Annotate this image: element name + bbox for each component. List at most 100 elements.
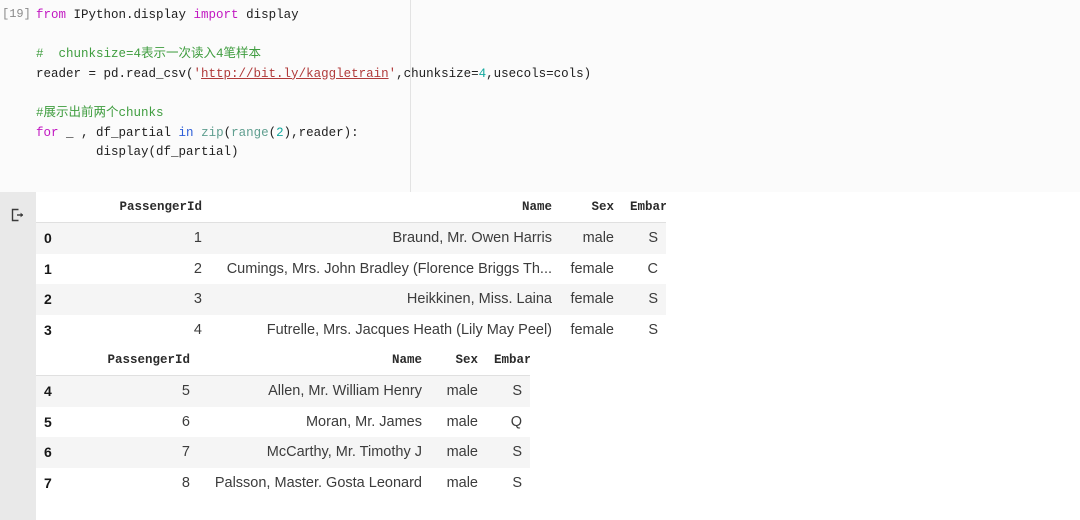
cell-name: Palsson, Master. Gosta Leonard [198,468,430,499]
cell-output-area: PassengerId Name Sex Embarked 0 1 Braund… [0,192,1080,520]
cell-passengerid: 8 [72,468,198,499]
table-row: 7 8 Palsson, Master. Gosta Leonard male … [36,468,530,499]
col-header-embarked: Embarked [622,192,666,223]
code-editor[interactable]: from IPython.display import display # ch… [36,6,591,163]
code-line: #展示出前两个chunks [36,104,591,124]
table-row: 4 5 Allen, Mr. William Henry male S [36,376,530,407]
code-cell-gutter [0,0,36,192]
cell-embarked: C [622,254,666,285]
code-token: import [194,8,239,22]
col-header-name: Name [210,192,560,223]
cell-passengerid: 5 [72,376,198,407]
cell-name: Allen, Mr. William Henry [198,376,430,407]
code-token: from [36,8,66,22]
dataframe-header-chunk-1: PassengerId Name Sex Embarked [36,192,666,223]
row-index: 1 [36,254,72,285]
cell-embarked: S [622,284,666,315]
code-token: display [239,8,299,22]
table-row: 6 7 McCarthy, Mr. Timothy J male S [36,437,530,468]
code-token: _ , df_partial [59,126,179,140]
cell-name: Moran, Mr. James [198,407,430,438]
cell-passengerid: 4 [72,315,210,346]
cell-passengerid: 1 [72,223,210,254]
code-line: from IPython.display import display [36,6,591,26]
code-token: range [231,126,269,140]
code-token: IPython.display [66,8,194,22]
code-line: display(df_partial) [36,143,591,163]
cell-embarked: Q [486,407,530,438]
code-token: 4 [479,67,487,81]
dataframe-table-chunk-2: PassengerId Name Sex Embarked 4 5 Allen,… [36,345,530,498]
cell-sex: female [560,315,622,346]
col-header-index [36,345,72,376]
header-row: PassengerId Name Sex Embarked [36,192,666,223]
code-token: zip [201,126,224,140]
execution-count-prompt: [19] [2,7,36,21]
cell-name: McCarthy, Mr. Timothy J [198,437,430,468]
dataframe-block-chunk-2: PassengerId Name Sex Embarked 4 5 Allen,… [36,345,530,498]
cell-sex: female [560,284,622,315]
code-line [36,26,591,46]
code-token: # chunksize=4表示一次读入4笔样本 [36,47,261,61]
code-token [194,126,202,140]
cell-sex: male [430,376,486,407]
cell-sex: male [430,437,486,468]
cell-sex: male [430,407,486,438]
code-token: for [36,126,59,140]
code-token: ,chunksize= [396,67,479,81]
code-line: # chunksize=4表示一次读入4笔样本 [36,45,591,65]
table-row: 5 6 Moran, Mr. James male Q [36,407,530,438]
code-line [36,84,591,104]
output-export-icon[interactable] [8,206,26,224]
row-index: 4 [36,376,72,407]
output-body: PassengerId Name Sex Embarked 0 1 Braund… [36,192,1080,520]
table-row: 2 3 Heikkinen, Miss. Laina female S [36,284,666,315]
row-index: 0 [36,223,72,254]
code-token: in [179,126,194,140]
cell-sex: male [560,223,622,254]
cell-name: Futrelle, Mrs. Jacques Heath (Lily May P… [210,315,560,346]
code-token[interactable]: http://bit.ly/kaggletrain [201,67,389,81]
cell-embarked: S [622,315,666,346]
code-line: for _ , df_partial in zip(range(2),reade… [36,124,591,144]
cell-embarked: S [486,376,530,407]
cell-sex: female [560,254,622,285]
cell-name: Braund, Mr. Owen Harris [210,223,560,254]
header-row: PassengerId Name Sex Embarked [36,345,530,376]
col-header-passengerid: PassengerId [72,345,198,376]
cell-embarked: S [486,468,530,499]
table-row: 1 2 Cumings, Mrs. John Bradley (Florence… [36,254,666,285]
output-gutter [0,192,36,520]
code-token: ,usecols=cols) [486,67,591,81]
row-index: 7 [36,468,72,499]
cell-name: Heikkinen, Miss. Laina [210,284,560,315]
cell-passengerid: 6 [72,407,198,438]
code-token: #展示出前两个chunks [36,106,164,120]
code-token: ( [269,126,277,140]
col-header-name: Name [198,345,430,376]
col-header-index [36,192,72,223]
code-cell[interactable]: [19] from IPython.display import display… [0,0,1080,192]
code-token: reader = pd.read_csv( [36,67,194,81]
cell-embarked: S [622,223,666,254]
code-token: ' [389,67,397,81]
cell-passengerid: 2 [72,254,210,285]
dataframe-table-chunk-1: PassengerId Name Sex Embarked 0 1 Braund… [36,192,666,345]
row-index: 3 [36,315,72,346]
cell-passengerid: 7 [72,437,198,468]
dataframe-block-chunk-1: PassengerId Name Sex Embarked 0 1 Braund… [36,192,666,345]
dataframe-header-chunk-2: PassengerId Name Sex Embarked [36,345,530,376]
col-header-embarked: Embarked [486,345,530,376]
cell-sex: male [430,468,486,499]
code-line: reader = pd.read_csv('http://bit.ly/kagg… [36,65,591,85]
dataframe-body-chunk-1: 0 1 Braund, Mr. Owen Harris male S 1 2 C… [36,223,666,346]
table-row: 0 1 Braund, Mr. Owen Harris male S [36,223,666,254]
code-token: display(df_partial) [36,145,239,159]
row-index: 5 [36,407,72,438]
col-header-sex: Sex [430,345,486,376]
col-header-passengerid: PassengerId [72,192,210,223]
code-token: ' [194,67,202,81]
cell-passengerid: 3 [72,284,210,315]
code-token: ( [224,126,232,140]
cell-name: Cumings, Mrs. John Bradley (Florence Bri… [210,254,560,285]
